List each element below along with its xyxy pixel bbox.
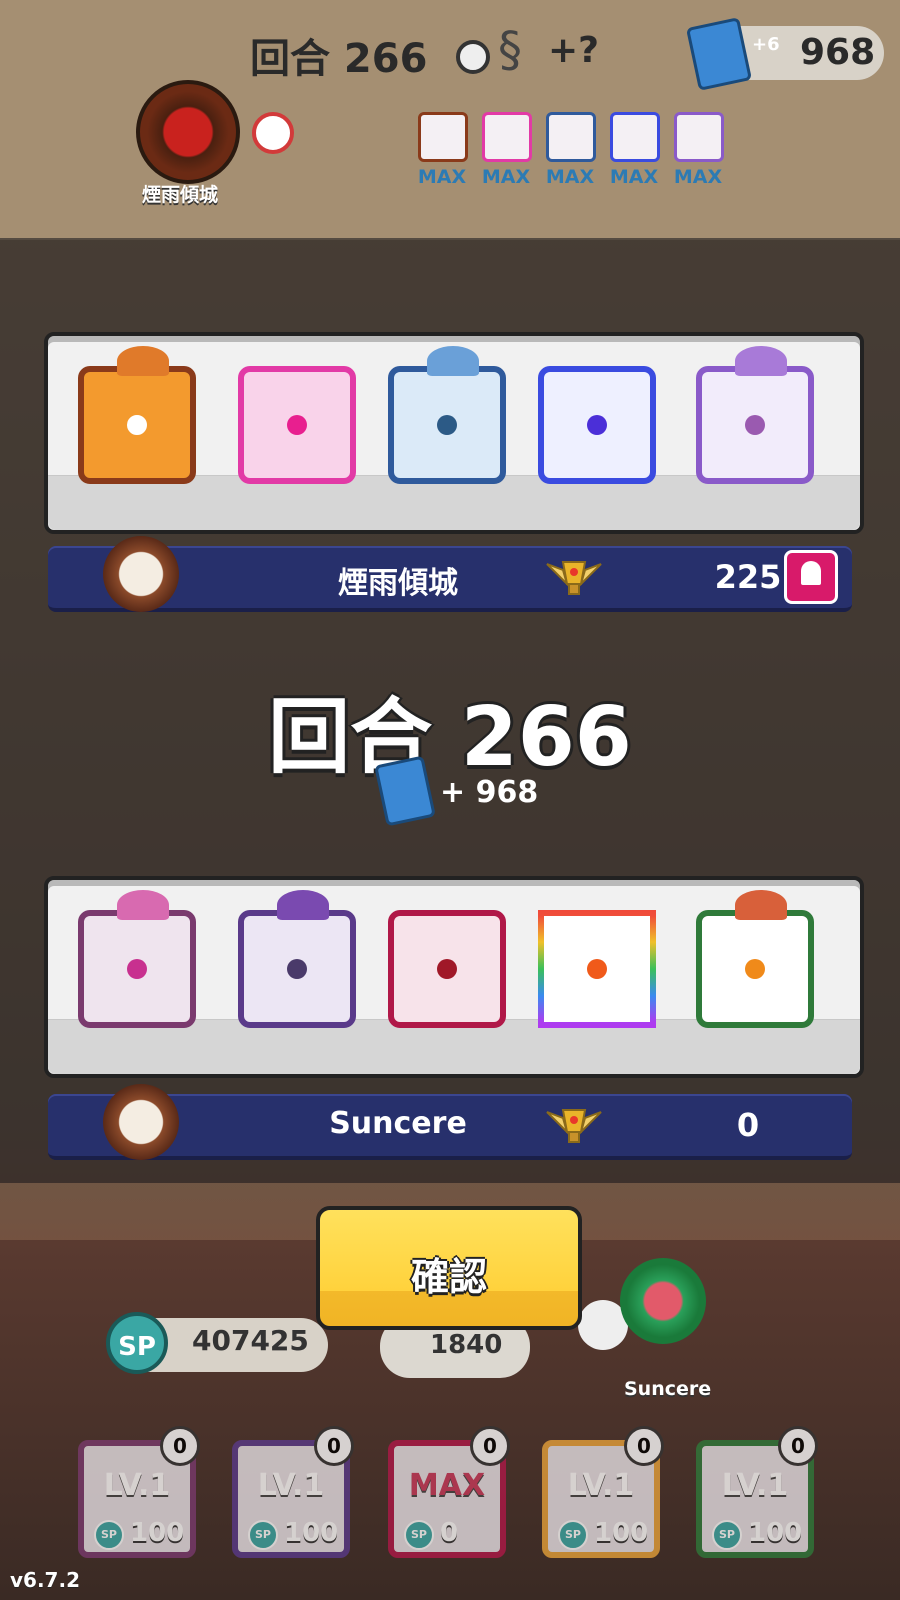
- card-level: LV.1: [567, 1468, 635, 1503]
- upgrade-max-label: MAX: [481, 166, 531, 188]
- card-total: 968: [800, 32, 876, 73]
- card-level: MAX: [408, 1468, 486, 1503]
- dragon-crest-icon: [277, 890, 329, 920]
- die-pip: [437, 959, 457, 979]
- sp-coin-icon: SP: [94, 1520, 124, 1550]
- opponent-label: 煙雨傾城: [142, 184, 219, 206]
- rainbow-die-icon: [538, 910, 656, 1028]
- card-bonus: +6: [752, 34, 780, 55]
- sp-total: 407425: [192, 1324, 309, 1357]
- shield-upgrade-icon: [482, 112, 532, 162]
- deck-card-infinity[interactable]: LV.1 SP 100 0: [696, 1426, 818, 1558]
- fire-die-icon: [78, 346, 196, 484]
- dragon-crest-icon: [735, 346, 787, 376]
- card-level: LV.1: [257, 1468, 325, 1503]
- teleport-die-icon: [538, 366, 656, 484]
- die-pip: [127, 959, 147, 979]
- card-level: LV.1: [103, 1468, 171, 1503]
- heart-icon: [136, 80, 240, 184]
- fire-upgrade-icon: [418, 112, 468, 162]
- top-hud: 回合 266 § +? +6 968 煙雨傾城 MAX MAX MAX MAX …: [0, 0, 900, 240]
- snake-bonus: +?: [548, 30, 600, 71]
- die-pip: [587, 415, 607, 435]
- player-name: Suncere: [329, 1106, 467, 1141]
- eye-die-icon: [238, 890, 356, 1028]
- token-icon: [456, 40, 490, 74]
- upgrade-max-label: MAX: [673, 166, 723, 188]
- moon-upgrade-icon: [546, 112, 596, 162]
- sp-coin-icon: SP: [558, 1520, 588, 1550]
- die-pip: [587, 959, 607, 979]
- opponent-deck-panel: [44, 332, 864, 534]
- die-pip: [287, 959, 307, 979]
- version-label: v6.7.2: [10, 1568, 80, 1592]
- die-pip: [437, 415, 457, 435]
- player-trophies: 0: [736, 1106, 760, 1144]
- alert-icon: [801, 561, 821, 585]
- round-counter: 回合 266: [250, 36, 428, 82]
- rank-badge-icon: [103, 1084, 179, 1160]
- deck-card-rainbow[interactable]: LV.1 SP 100 0: [542, 1426, 664, 1558]
- card-count: 0: [470, 1426, 510, 1466]
- player-name-label: Suncere: [624, 1378, 712, 1400]
- card-cost: 100: [284, 1518, 339, 1548]
- card-cost: 100: [130, 1518, 185, 1548]
- card-count: 0: [314, 1426, 354, 1466]
- snake-icon: §: [498, 22, 522, 78]
- upgrade-max-label: MAX: [609, 166, 659, 188]
- card-count: 0: [624, 1426, 664, 1466]
- summon-cost: 1840: [430, 1330, 503, 1360]
- die-pip: [287, 415, 307, 435]
- card-reward-amount: + 968: [440, 775, 539, 810]
- round-result-title: 回合 266: [268, 690, 632, 785]
- star-upgrade-icon: [674, 112, 724, 162]
- player-deck-panel: [44, 876, 864, 1078]
- player-name-bar: Suncere 0: [48, 1084, 852, 1160]
- die-pip: [745, 415, 765, 435]
- sp-coin-icon: SP: [404, 1520, 434, 1550]
- trophy-wings-icon: [546, 1109, 602, 1143]
- sp-icon: SP: [106, 1312, 168, 1374]
- die-pip: [124, 412, 150, 438]
- confirm-button[interactable]: 確認: [316, 1206, 582, 1330]
- sword-die-icon: [78, 890, 196, 1028]
- sp-coin-icon: SP: [248, 1520, 278, 1550]
- moon-die-icon: [388, 346, 506, 484]
- upgrade-max-label: MAX: [417, 166, 467, 188]
- card-count: 0: [778, 1426, 818, 1466]
- die-pip: [745, 959, 765, 979]
- dragon-crest-icon: [427, 346, 479, 376]
- dragon-crest-icon: [735, 890, 787, 920]
- shield-break-die-icon: [238, 366, 356, 484]
- dna-die-icon: [388, 910, 506, 1028]
- sp-coin-icon: SP: [712, 1520, 742, 1550]
- confirm-label: 確認: [410, 1255, 487, 1299]
- upgrade-max-label: MAX: [545, 166, 595, 188]
- opponent-name-bar: 煙雨傾城 225: [48, 536, 852, 612]
- rank-badge-icon: [103, 536, 179, 612]
- deck-card-sword[interactable]: LV.1 SP 100 0: [78, 1426, 200, 1558]
- infinity-die-icon: [696, 890, 814, 1028]
- deck-card-dna[interactable]: MAX SP 0 0: [388, 1426, 510, 1558]
- card-cost: 100: [748, 1518, 803, 1548]
- star-die-icon: [696, 346, 814, 484]
- banned-icon: [252, 112, 294, 154]
- teleport-upgrade-icon: [610, 112, 660, 162]
- player-flower-avatar: [620, 1258, 706, 1344]
- dragon-crest-icon: [117, 890, 169, 920]
- opponent-name: 煙雨傾城: [338, 566, 458, 601]
- card-cost: 0: [440, 1518, 459, 1548]
- card-level: LV.1: [721, 1468, 789, 1503]
- trophy-wings-icon: [546, 561, 602, 595]
- card-cost: 100: [594, 1518, 649, 1548]
- card-count: 0: [160, 1426, 200, 1466]
- dragon-crest-icon: [117, 346, 169, 376]
- deck-card-eye[interactable]: LV.1 SP 100 0: [232, 1426, 354, 1558]
- report-button[interactable]: [784, 550, 838, 604]
